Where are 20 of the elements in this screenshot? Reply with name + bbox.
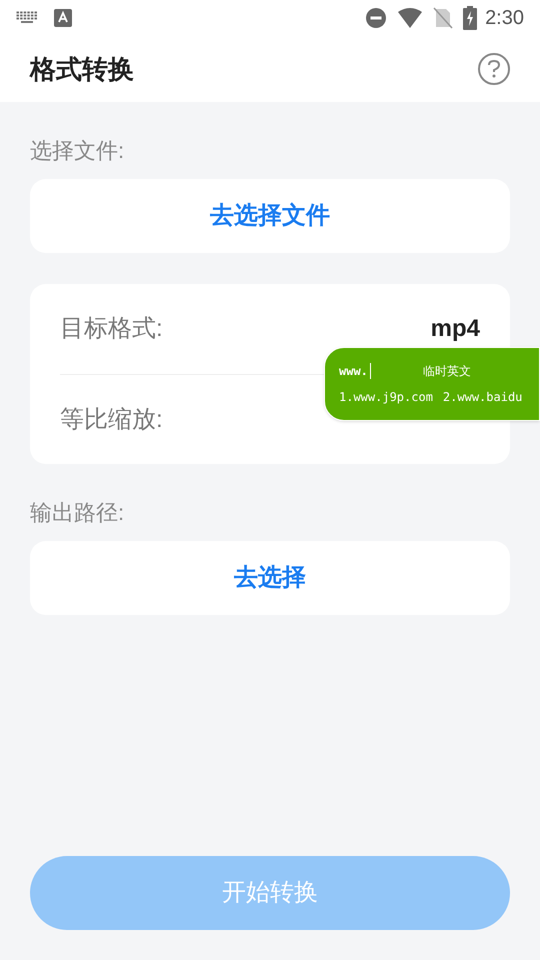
setting-label: 目标格式: xyxy=(60,314,163,344)
section-label: 选择文件: xyxy=(30,137,126,165)
help-icon[interactable] xyxy=(478,53,510,85)
choose-path-button[interactable]: 去选择 xyxy=(30,541,510,615)
font-icon xyxy=(54,9,72,27)
status-time: 2:30 xyxy=(485,6,524,31)
section-label: 输出路径: xyxy=(30,499,126,527)
ime-input-text: www. xyxy=(339,363,368,380)
ime-mode-label: 临时英文 xyxy=(422,363,471,380)
ime-candidate[interactable]: 2.www.baidu xyxy=(442,388,522,406)
page-title: 格式转换 xyxy=(30,52,134,86)
setting-label: 等比缩放: xyxy=(60,404,163,434)
keyboard-icon xyxy=(16,11,38,25)
no-sim-icon xyxy=(433,7,454,29)
do-not-disturb-icon xyxy=(365,7,388,29)
battery-charging-icon xyxy=(463,6,478,30)
setting-value: mp4 xyxy=(430,314,480,344)
choose-file-button[interactable]: 去选择文件 xyxy=(30,179,510,253)
ime-candidate[interactable]: 1.www.j9p.com xyxy=(339,388,433,406)
wifi-icon xyxy=(397,7,424,29)
